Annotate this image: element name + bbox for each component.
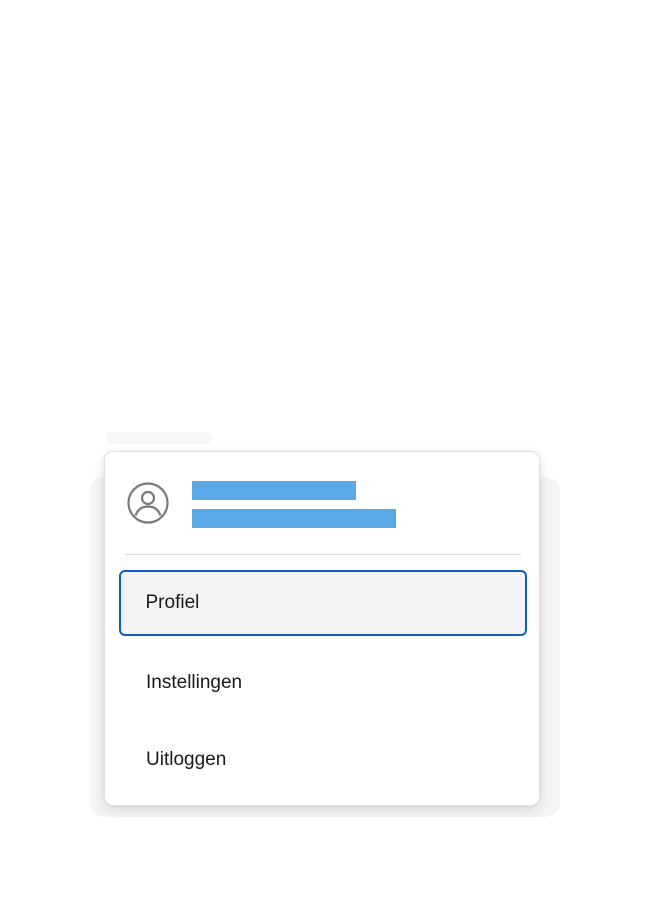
user-header: Gebruiker gebruiker@voorbeeld.nl (105, 452, 539, 555)
background-pill (106, 432, 212, 444)
divider (125, 554, 521, 555)
page: Gebruiker gebruiker@voorbeeld.nl Profiel… (0, 0, 650, 900)
menu-item-settings[interactable]: Instellingen (119, 650, 527, 716)
user-circle-icon (127, 482, 169, 524)
menu-item-profile[interactable]: Profiel (119, 570, 527, 636)
user-email-redacted: gebruiker@voorbeeld.nl (192, 509, 396, 528)
menu-item-logout[interactable]: Uitloggen (119, 727, 527, 793)
account-menu: Gebruiker gebruiker@voorbeeld.nl Profiel… (104, 451, 540, 806)
user-name-redacted: Gebruiker (192, 481, 356, 500)
